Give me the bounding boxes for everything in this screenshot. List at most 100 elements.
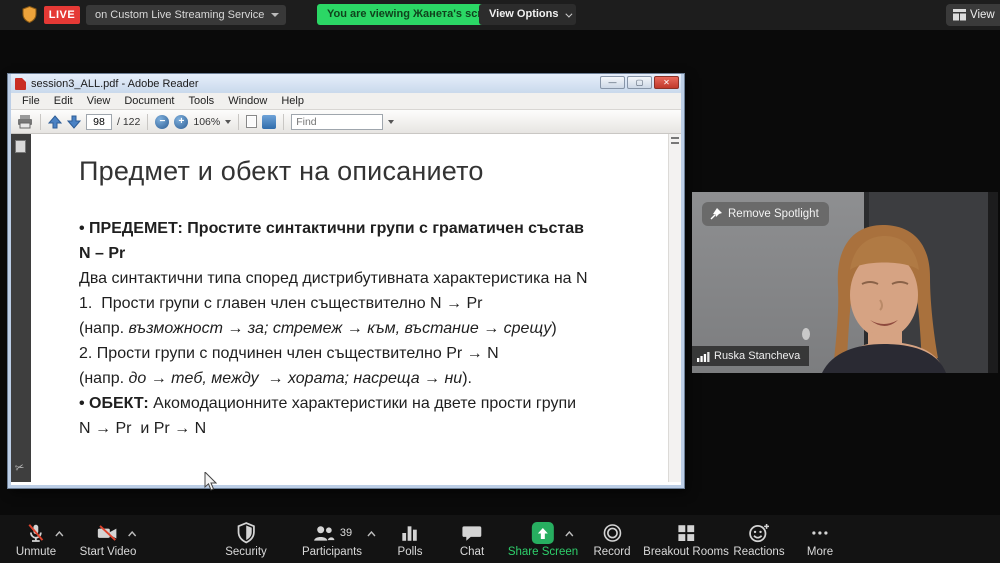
view-button[interactable]: View <box>946 4 1000 26</box>
encryption-shield-icon <box>22 6 37 28</box>
polls-label: Polls <box>398 546 423 558</box>
slide-line: Два синтактични типа според дистрибутивн… <box>79 266 668 291</box>
chevron-down-icon <box>271 13 279 17</box>
zoom-level-label: 106% <box>193 116 220 128</box>
window-title-bar[interactable]: session3_ALL.pdf - Adobe Reader — ▢ ✕ <box>11 74 681 93</box>
breakout-rooms-button[interactable]: Breakout Rooms <box>643 522 729 558</box>
chat-button[interactable]: Chat <box>460 522 484 558</box>
security-shield-icon <box>236 522 256 544</box>
stream-service-dropdown[interactable]: on Custom Live Streaming Service <box>86 5 286 25</box>
attachments-paperclip-icon[interactable]: ✂︎ <box>13 460 25 475</box>
menu-file[interactable]: File <box>15 95 47 107</box>
maximize-button[interactable]: ▢ <box>627 76 652 89</box>
page-total-label: / 122 <box>117 116 140 128</box>
chevron-up-icon[interactable] <box>565 531 574 537</box>
unmute-label: Unmute <box>16 546 56 558</box>
view-options-label: View Options <box>489 8 558 20</box>
remove-spotlight-button[interactable]: Remove Spotlight <box>702 202 829 226</box>
find-dropdown-icon[interactable] <box>388 120 394 124</box>
slide-line: • ОБЕКТ: Акомодационните характеристики … <box>79 391 668 416</box>
remove-spotlight-label: Remove Spotlight <box>728 208 819 220</box>
reactions-button[interactable]: Reactions <box>733 522 784 558</box>
window-title: session3_ALL.pdf - Adobe Reader <box>31 78 199 90</box>
stream-service-label: on Custom Live Streaming Service <box>95 9 264 21</box>
chevron-up-icon[interactable] <box>367 531 376 537</box>
page-display-icon[interactable] <box>246 115 257 128</box>
page-number-input[interactable] <box>86 114 112 130</box>
find-input[interactable] <box>291 114 383 130</box>
participant-video-tile[interactable]: Remove Spotlight Ruska Stancheva <box>692 192 998 373</box>
participants-icon <box>312 523 336 543</box>
participant-name-tag: Ruska Stancheva <box>692 346 809 366</box>
chevron-up-icon[interactable] <box>55 531 64 537</box>
zoom-out-button[interactable]: − <box>155 115 169 129</box>
pin-icon <box>710 207 723 220</box>
pdf-toolbar: / 122 − + 106% <box>11 110 681 134</box>
menu-tools[interactable]: Tools <box>182 95 222 107</box>
participants-count: 39 <box>340 527 352 539</box>
pages-panel-icon[interactable] <box>15 140 26 153</box>
record-icon <box>602 523 622 543</box>
microphone-muted-icon <box>25 522 47 544</box>
slide-line: N → Pr и Pr → N <box>79 416 668 441</box>
view-options-button[interactable]: View Options <box>479 4 576 25</box>
start-video-button[interactable]: Start Video <box>80 522 137 558</box>
vertical-scrollbar[interactable] <box>668 134 681 482</box>
record-label: Record <box>593 546 630 558</box>
record-button[interactable]: Record <box>593 522 630 558</box>
slide-line: (напр. до → теб, между → хората; насреща… <box>79 366 668 391</box>
scrolling-mode-icon[interactable] <box>262 115 276 129</box>
previous-page-icon[interactable] <box>48 115 62 129</box>
adobe-pdf-icon <box>15 78 26 90</box>
security-button[interactable]: Security <box>225 522 267 558</box>
grid-view-icon <box>953 9 966 21</box>
menu-view[interactable]: View <box>80 95 118 107</box>
unmute-button[interactable]: Unmute <box>16 522 56 558</box>
menu-document[interactable]: Document <box>117 95 181 107</box>
slide-line: 2. Прости групи с подчинен член съществи… <box>79 341 668 366</box>
chat-label: Chat <box>460 546 484 558</box>
slide-title: Предмет и обект на описанието <box>79 156 668 187</box>
slide-line: (напр. възможност → за; стремеж → към, в… <box>79 316 668 341</box>
reactions-label: Reactions <box>733 546 784 558</box>
participants-button[interactable]: 39 Participants <box>302 522 362 558</box>
participant-name: Ruska Stancheva <box>714 350 800 362</box>
slide-line: • ПРЕДЕМЕТ: Простите синтактични групи с… <box>79 220 584 237</box>
scrollbar-grip-icon <box>671 137 679 144</box>
share-screen-button[interactable]: Share Screen <box>508 522 578 558</box>
share-screen-label: Share Screen <box>508 546 578 558</box>
more-button[interactable]: More <box>807 522 833 558</box>
zoom-dropdown-icon[interactable] <box>225 120 231 124</box>
toolbar-separator <box>40 114 41 130</box>
toolbar-separator <box>238 114 239 130</box>
meeting-top-bar: LIVE on Custom Live Streaming Service Yo… <box>0 0 1000 30</box>
zoom-in-button[interactable]: + <box>174 115 188 129</box>
chevron-up-icon[interactable] <box>128 531 137 537</box>
chevron-down-icon <box>566 11 573 18</box>
share-screen-icon <box>532 522 554 544</box>
breakout-rooms-label: Breakout Rooms <box>643 546 729 558</box>
slide-line: N – Pr <box>79 245 125 262</box>
camera-off-icon <box>96 522 120 544</box>
toolbar-separator <box>283 114 284 130</box>
navigation-panel: ✂︎ <box>11 134 31 482</box>
chat-bubble-icon <box>462 523 482 543</box>
menu-window[interactable]: Window <box>221 95 274 107</box>
start-video-label: Start Video <box>80 546 137 558</box>
polls-button[interactable]: Polls <box>398 522 423 558</box>
more-dots-icon <box>809 523 831 543</box>
menu-help[interactable]: Help <box>274 95 311 107</box>
print-icon[interactable] <box>17 115 33 129</box>
slide-body: • ПРЕДЕМЕТ: Простите синтактични групи с… <box>79 216 668 441</box>
meeting-controls-bar: Unmute Start Video Security <box>0 515 1000 563</box>
view-button-label: View <box>970 9 995 21</box>
menu-bar: File Edit View Document Tools Window Hel… <box>11 93 681 110</box>
menu-edit[interactable]: Edit <box>47 95 80 107</box>
close-button[interactable]: ✕ <box>654 76 679 89</box>
breakout-rooms-icon <box>676 523 696 543</box>
pdf-page: Предмет и обект на описанието • ПРЕДЕМЕТ… <box>31 134 668 482</box>
next-page-icon[interactable] <box>67 115 81 129</box>
audio-level-icon <box>697 352 710 362</box>
minimize-button[interactable]: — <box>600 76 625 89</box>
adobe-reader-window: session3_ALL.pdf - Adobe Reader — ▢ ✕ Fi… <box>8 74 684 488</box>
